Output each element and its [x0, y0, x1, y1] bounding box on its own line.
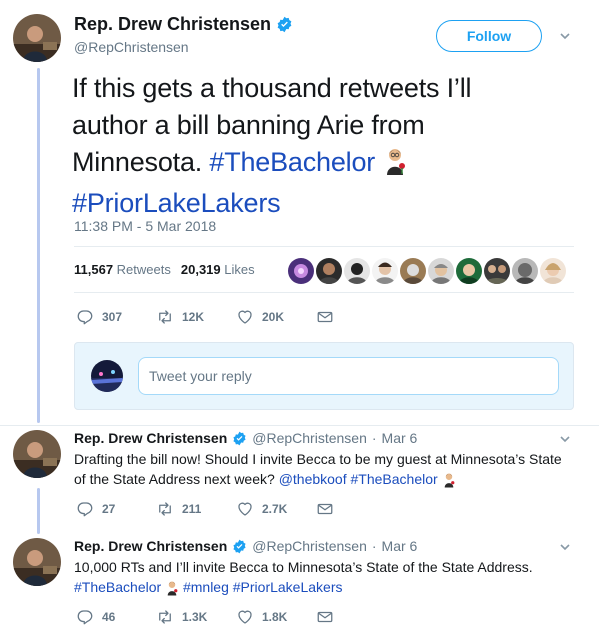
thread-line	[37, 68, 40, 423]
liker-avatar[interactable]	[288, 258, 314, 284]
tweet-actions: 46 1.3K 1.8K	[76, 608, 346, 626]
hashtag-link[interactable]: #TheBachelor	[351, 471, 438, 487]
engagement-stats: 11,567 Retweets 20,319 Likes	[74, 262, 255, 277]
message-button[interactable]	[316, 500, 346, 518]
verified-badge-icon	[276, 16, 293, 33]
reply-text: 10,000 RTs and I’ll invite Becca to Minn…	[74, 557, 574, 601]
emoji-figure-icon	[382, 147, 408, 185]
mention-link[interactable]: @thebkoof	[279, 471, 347, 487]
retweets-label: Retweets	[116, 262, 171, 277]
heart-icon	[238, 310, 252, 324]
reply-button[interactable]: 46	[76, 608, 156, 626]
envelope-icon	[317, 503, 333, 515]
author-avatar[interactable]	[13, 538, 61, 586]
liker-avatar[interactable]	[372, 258, 398, 284]
hashtag-link[interactable]: #mnleg	[183, 579, 229, 595]
like-count: 20,319	[180, 262, 221, 277]
like-count: 1.8K	[262, 610, 288, 624]
retweet-count: 211	[182, 502, 202, 516]
retweet-button[interactable]: 211	[156, 500, 236, 518]
current-user-avatar[interactable]	[91, 360, 123, 392]
author-name[interactable]: Rep. Drew Christensen	[74, 430, 227, 446]
liker-avatar[interactable]	[484, 258, 510, 284]
author-avatar[interactable]	[13, 430, 61, 478]
reply-header: Rep. Drew Christensen @RepChristensen · …	[74, 538, 417, 554]
retweet-button[interactable]: 12K	[156, 308, 236, 326]
heart-icon	[238, 610, 252, 624]
like-count: 20K	[262, 310, 285, 324]
liker-avatar[interactable]	[540, 258, 566, 284]
emoji-figure-icon	[165, 580, 179, 601]
message-button[interactable]	[316, 608, 346, 626]
envelope-icon	[317, 611, 333, 623]
heart-icon	[238, 502, 252, 516]
retweet-icon	[159, 610, 171, 624]
retweet-count-link[interactable]: 11,567 Retweets	[74, 262, 171, 277]
thread-line	[37, 488, 40, 534]
liker-avatar[interactable]	[456, 258, 482, 284]
chevron-down-icon[interactable]	[558, 29, 572, 43]
tweet-date[interactable]: Mar 6	[382, 430, 418, 446]
like-button[interactable]: 2.7K	[236, 500, 316, 518]
emoji-figure-icon	[442, 472, 456, 493]
reply-header: Rep. Drew Christensen @RepChristensen · …	[74, 430, 417, 446]
reply-icon	[77, 310, 93, 325]
reply-icon	[77, 610, 93, 625]
like-button[interactable]: 1.8K	[236, 608, 316, 626]
author-handle[interactable]: @RepChristensen	[252, 430, 367, 446]
tweet-text: If this gets a thousand retweets I’ll au…	[72, 70, 552, 222]
hashtag-link[interactable]: #TheBachelor	[74, 579, 161, 595]
chevron-down-icon[interactable]	[558, 432, 572, 446]
envelope-icon	[317, 311, 333, 323]
reply-composer	[74, 342, 574, 410]
retweet-count: 11,567	[74, 262, 114, 277]
likes-label: Likes	[224, 262, 255, 277]
divider	[74, 246, 574, 247]
liker-avatar[interactable]	[428, 258, 454, 284]
liker-avatars	[288, 258, 566, 284]
liker-avatar[interactable]	[344, 258, 370, 284]
author-handle[interactable]: @RepChristensen	[252, 538, 367, 554]
author-avatar[interactable]	[13, 14, 61, 62]
retweet-button[interactable]: 1.3K	[156, 608, 236, 626]
divider	[74, 292, 574, 293]
reply-text: Drafting the bill now! Should I invite B…	[74, 449, 574, 493]
reply-count: 307	[102, 310, 123, 324]
like-count-link[interactable]: 20,319 Likes	[181, 262, 255, 277]
author-handle[interactable]: @RepChristensen	[74, 39, 189, 55]
retweet-icon	[159, 502, 171, 516]
follow-button[interactable]: Follow	[436, 20, 542, 52]
reply-button[interactable]: 307	[76, 308, 156, 326]
hashtag-link[interactable]: #TheBachelor	[209, 147, 375, 177]
liker-avatar[interactable]	[400, 258, 426, 284]
hashtag-link[interactable]: #PriorLakeLakers	[233, 579, 343, 595]
liker-avatar[interactable]	[512, 258, 538, 284]
message-button[interactable]	[316, 308, 346, 326]
reply-text-body: 10,000 RTs and I’ll invite Becca to Minn…	[74, 559, 533, 575]
tweet-actions: 307 12K 20K	[76, 308, 346, 326]
author-name[interactable]: Rep. Drew Christensen	[74, 538, 227, 554]
tweet-timestamp[interactable]: 11:38 PM - 5 Mar 2018	[74, 218, 216, 234]
verified-badge-icon	[232, 539, 247, 554]
chevron-down-icon[interactable]	[558, 540, 572, 554]
hashtag-link[interactable]: #PriorLakeLakers	[72, 188, 281, 218]
like-count: 2.7K	[262, 502, 288, 516]
retweet-count: 12K	[182, 310, 205, 324]
verified-badge-icon	[232, 431, 247, 446]
reply-count: 46	[102, 610, 116, 624]
divider	[0, 425, 599, 426]
separator-dot: ·	[371, 430, 377, 446]
reply-count: 27	[102, 502, 116, 516]
reply-icon	[77, 502, 93, 517]
like-button[interactable]: 20K	[236, 308, 316, 326]
reply-input[interactable]	[138, 357, 559, 395]
author-name[interactable]: Rep. Drew Christensen	[74, 14, 271, 35]
liker-avatar[interactable]	[316, 258, 342, 284]
reply-button[interactable]: 27	[76, 500, 156, 518]
retweet-count: 1.3K	[182, 610, 208, 624]
retweet-icon	[159, 310, 171, 324]
tweet-actions: 27 211 2.7K	[76, 500, 346, 518]
tweet-date[interactable]: Mar 6	[382, 538, 418, 554]
separator-dot: ·	[371, 538, 377, 554]
